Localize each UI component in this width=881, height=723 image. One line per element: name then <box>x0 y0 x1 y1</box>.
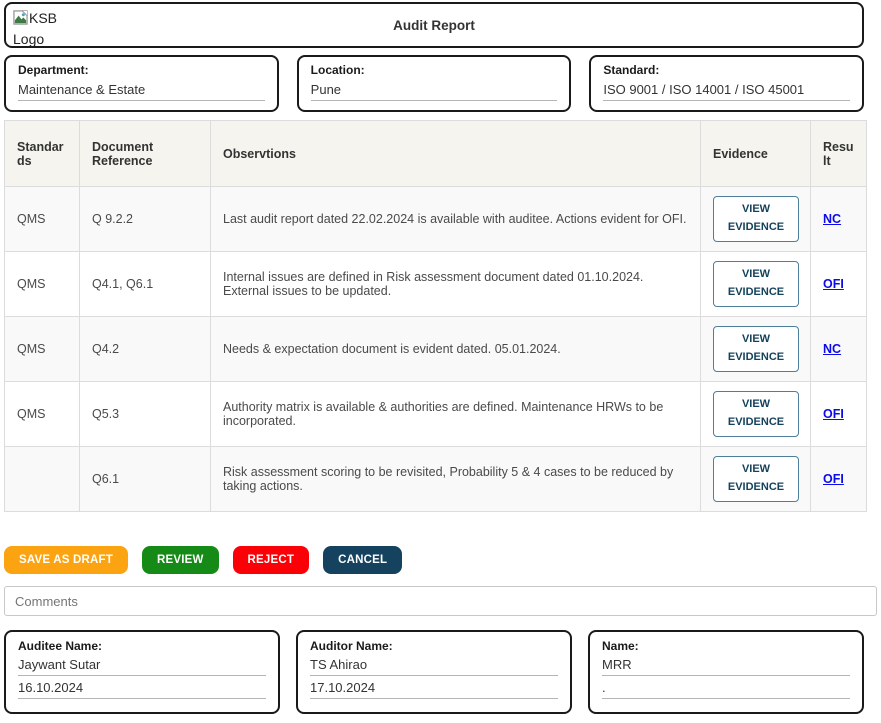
name-value[interactable]: MRR <box>602 657 850 676</box>
department-value[interactable]: Maintenance & Estate <box>18 82 265 101</box>
audit-report-page: KSB Logo Audit Report Department: Mainte… <box>0 0 881 723</box>
actions-row: SAVE AS DRAFT REVIEW REJECT CANCEL <box>4 546 877 574</box>
auditee-signature-box: Auditee Name: Jaywant Sutar 16.10.2024 <box>4 630 280 714</box>
cell-evidence: VIEW EVIDENCE <box>701 382 811 447</box>
auditor-date-value[interactable]: 17.10.2024 <box>310 680 558 699</box>
cell-evidence: VIEW EVIDENCE <box>701 187 811 252</box>
cell-doc-reference: Q 9.2.2 <box>80 187 211 252</box>
name-date-value[interactable]: . <box>602 680 850 699</box>
mrr-signature-box: Name: MRR . <box>588 630 864 714</box>
broken-image-icon <box>13 10 28 25</box>
standard-label: Standard: <box>603 63 850 77</box>
col-header-standards: Standards <box>5 121 80 187</box>
cell-doc-reference: Q4.1, Q6.1 <box>80 252 211 317</box>
cancel-button[interactable]: CANCEL <box>323 546 402 574</box>
department-label: Department: <box>18 63 265 77</box>
auditee-name-value[interactable]: Jaywant Sutar <box>18 657 266 676</box>
auditor-signature-box: Auditor Name: TS Ahirao 17.10.2024 <box>296 630 572 714</box>
signatures-row: Auditee Name: Jaywant Sutar 16.10.2024 A… <box>4 630 864 714</box>
location-label: Location: <box>311 63 558 77</box>
cell-doc-reference: Q6.1 <box>80 447 211 512</box>
cell-standard: QMS <box>5 187 80 252</box>
result-link[interactable]: OFI <box>823 407 844 421</box>
cell-evidence: VIEW EVIDENCE <box>701 317 811 382</box>
result-link[interactable]: NC <box>823 342 841 356</box>
cell-doc-reference: Q5.3 <box>80 382 211 447</box>
view-evidence-button[interactable]: VIEW EVIDENCE <box>713 391 799 436</box>
cell-result: OFI <box>811 382 867 447</box>
cell-result: OFI <box>811 447 867 512</box>
auditor-name-value[interactable]: TS Ahirao <box>310 657 558 676</box>
col-header-document-reference: Document Reference <box>80 121 211 187</box>
location-value[interactable]: Pune <box>311 82 558 101</box>
observations-table: Standards Document Reference Observtions… <box>4 120 867 512</box>
cell-observation: Internal issues are defined in Risk asse… <box>211 252 701 317</box>
cell-observation: Authority matrix is available & authorit… <box>211 382 701 447</box>
view-evidence-button[interactable]: VIEW EVIDENCE <box>713 456 799 501</box>
info-fields-row: Department: Maintenance & Estate Locatio… <box>4 55 864 112</box>
standard-field: Standard: ISO 9001 / ISO 14001 / ISO 450… <box>589 55 864 112</box>
view-evidence-button[interactable]: VIEW EVIDENCE <box>713 261 799 306</box>
reject-button[interactable]: REJECT <box>233 546 310 574</box>
cell-standard: QMS <box>5 382 80 447</box>
cell-result: OFI <box>811 252 867 317</box>
department-field: Department: Maintenance & Estate <box>4 55 279 112</box>
view-evidence-button[interactable]: VIEW EVIDENCE <box>713 326 799 371</box>
cell-evidence: VIEW EVIDENCE <box>701 447 811 512</box>
comments-input[interactable] <box>4 586 877 616</box>
auditee-name-label: Auditee Name: <box>18 639 266 653</box>
cell-observation: Risk assessment scoring to be revisited,… <box>211 447 701 512</box>
cell-evidence: VIEW EVIDENCE <box>701 252 811 317</box>
table-row: Q6.1 Risk assessment scoring to be revis… <box>5 447 867 512</box>
cell-standard <box>5 447 80 512</box>
table-row: QMS Q4.1, Q6.1 Internal issues are defin… <box>5 252 867 317</box>
col-header-observations: Observtions <box>211 121 701 187</box>
page-title: Audit Report <box>393 18 475 33</box>
location-field: Location: Pune <box>297 55 572 112</box>
cell-standard: QMS <box>5 252 80 317</box>
report-header: KSB Logo Audit Report <box>4 2 864 48</box>
cell-observation: Needs & expectation document is evident … <box>211 317 701 382</box>
auditor-name-label: Auditor Name: <box>310 639 558 653</box>
table-header-row: Standards Document Reference Observtions… <box>5 121 867 187</box>
col-header-evidence: Evidence <box>701 121 811 187</box>
result-link[interactable]: NC <box>823 212 841 226</box>
table-row: QMS Q4.2 Needs & expectation document is… <box>5 317 867 382</box>
cell-result: NC <box>811 317 867 382</box>
cell-standard: QMS <box>5 317 80 382</box>
view-evidence-button[interactable]: VIEW EVIDENCE <box>713 196 799 241</box>
cell-result: NC <box>811 187 867 252</box>
cell-doc-reference: Q4.2 <box>80 317 211 382</box>
name-label: Name: <box>602 639 850 653</box>
result-link[interactable]: OFI <box>823 472 844 486</box>
table-row: QMS Q 9.2.2 Last audit report dated 22.0… <box>5 187 867 252</box>
review-button[interactable]: REVIEW <box>142 546 219 574</box>
ksb-logo-broken-image: KSB Logo <box>13 8 67 48</box>
table-row: QMS Q5.3 Authority matrix is available &… <box>5 382 867 447</box>
auditee-date-value[interactable]: 16.10.2024 <box>18 680 266 699</box>
cell-observation: Last audit report dated 22.02.2024 is av… <box>211 187 701 252</box>
standard-value[interactable]: ISO 9001 / ISO 14001 / ISO 45001 <box>603 82 850 101</box>
save-as-draft-button[interactable]: SAVE AS DRAFT <box>4 546 128 574</box>
result-link[interactable]: OFI <box>823 277 844 291</box>
col-header-result: Result <box>811 121 867 187</box>
